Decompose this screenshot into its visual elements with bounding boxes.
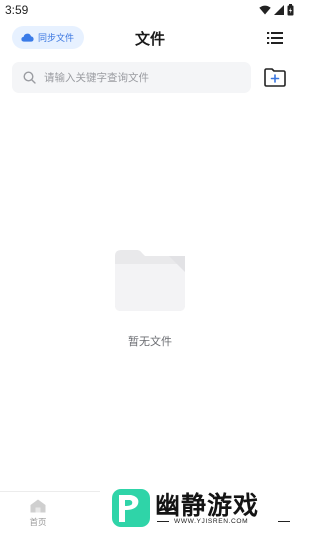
watermark-logo: 幽静游戏 WWW.YJISREN.COM bbox=[108, 484, 298, 532]
home-icon bbox=[30, 499, 46, 513]
list-menu-icon[interactable] bbox=[267, 31, 283, 45]
search-input[interactable] bbox=[44, 71, 234, 84]
search-icon bbox=[23, 71, 36, 84]
logo-mark-icon bbox=[112, 489, 150, 527]
watermark-title: 幽静游戏 bbox=[155, 491, 260, 520]
status-icons bbox=[259, 4, 294, 16]
nav-item-home-label: 首页 bbox=[29, 518, 47, 528]
signal-icon bbox=[274, 5, 284, 15]
watermark-line-left bbox=[157, 521, 169, 522]
empty-state-message: 暂无文件 bbox=[128, 335, 172, 348]
status-bar: 3:59 bbox=[0, 0, 300, 20]
nav-divider bbox=[0, 491, 100, 492]
cloud-icon bbox=[21, 33, 34, 42]
folder-icon bbox=[115, 250, 185, 311]
wifi-icon bbox=[259, 5, 271, 15]
sync-files-label: 同步文件 bbox=[38, 34, 75, 44]
battery-icon bbox=[287, 4, 294, 16]
watermark-line-right bbox=[278, 521, 290, 522]
status-time: 3:59 bbox=[5, 3, 29, 17]
add-folder-icon[interactable] bbox=[263, 66, 287, 88]
nav-item-home[interactable]: 首页 bbox=[17, 499, 59, 531]
search-box[interactable] bbox=[12, 62, 251, 93]
watermark-url: WWW.YJISREN.COM bbox=[174, 518, 249, 525]
sync-files-button[interactable]: 同步文件 bbox=[12, 26, 84, 49]
header: 同步文件 文件 bbox=[0, 22, 300, 56]
